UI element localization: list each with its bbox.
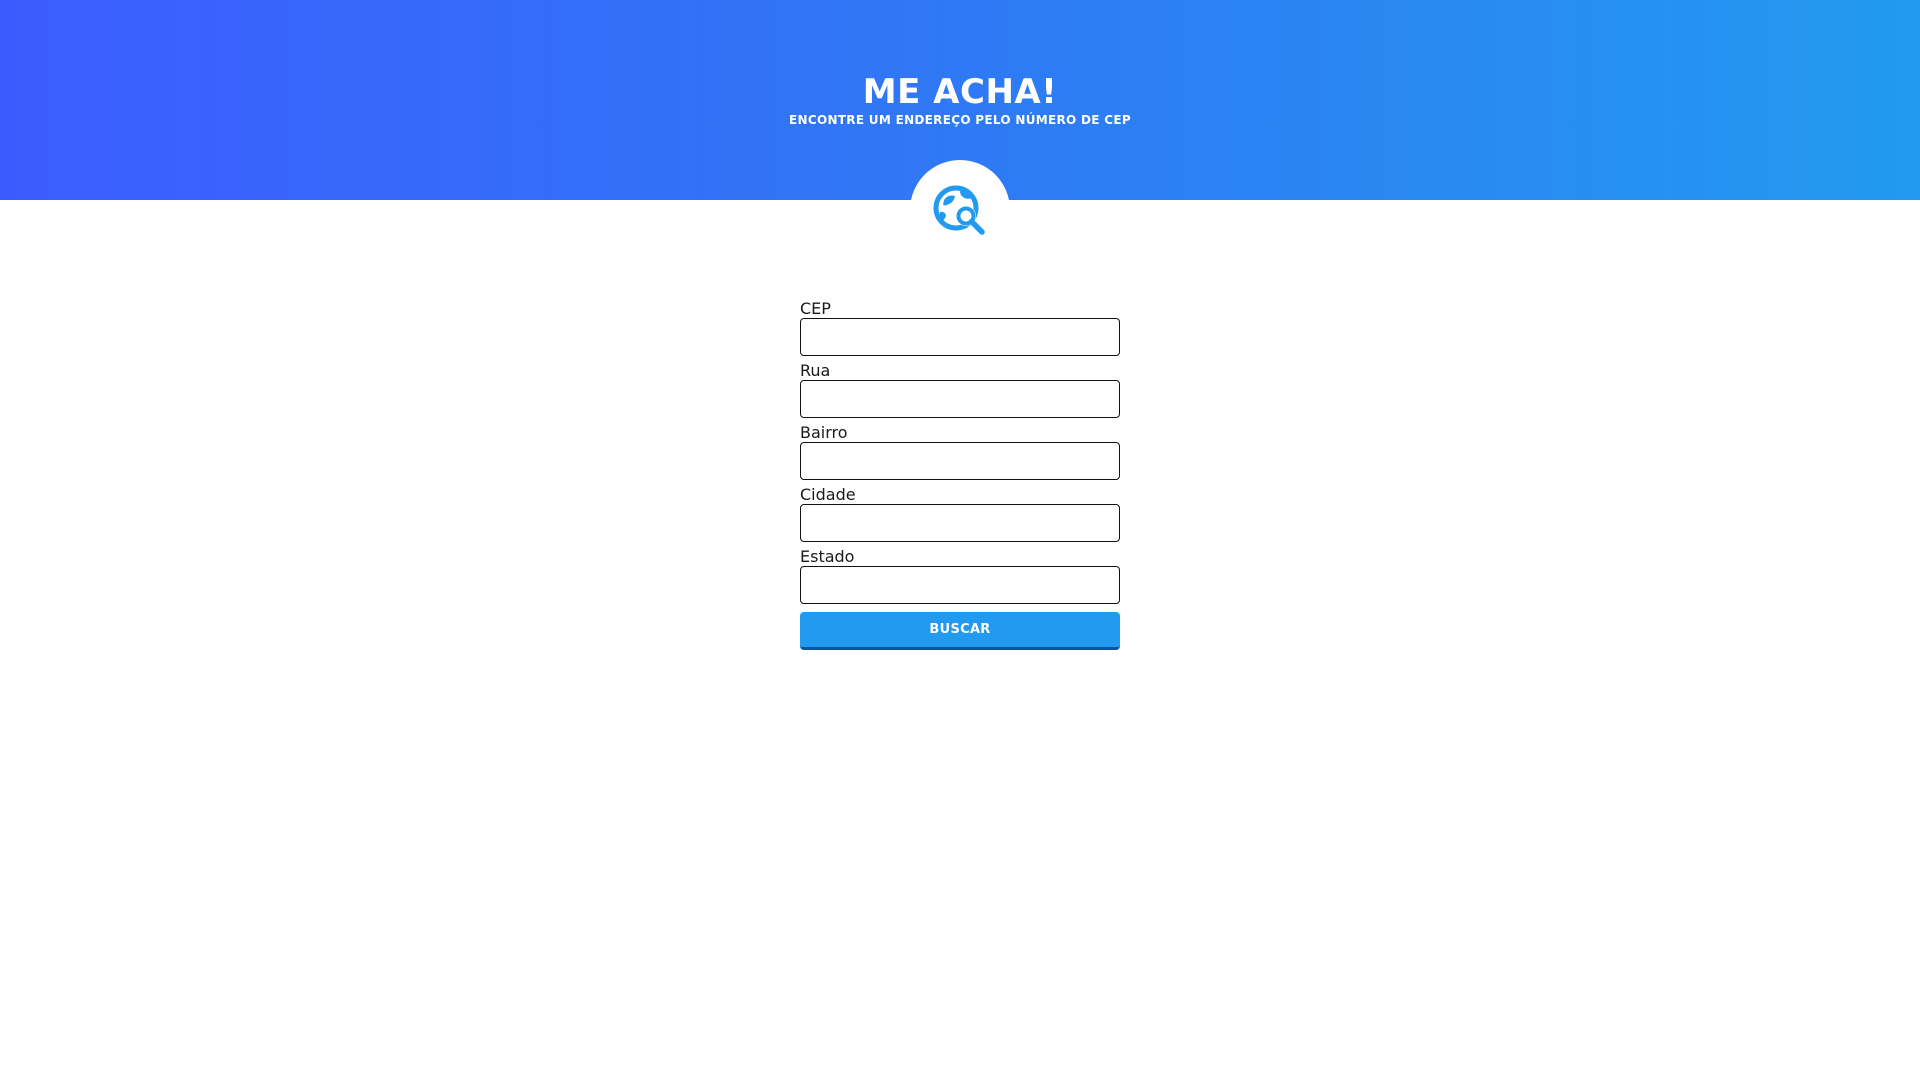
- rua-label: Rua: [800, 361, 831, 380]
- logo-badge: [910, 160, 1010, 260]
- rua-input[interactable]: [800, 380, 1120, 418]
- cep-input[interactable]: [800, 318, 1120, 356]
- cidade-label: Cidade: [800, 485, 856, 504]
- bairro-field: Bairro: [800, 422, 1120, 484]
- app-subtitle: ENCONTRE UM ENDEREÇO PELO NÚMERO DE CEP: [789, 113, 1131, 127]
- rua-field: Rua: [800, 360, 1120, 422]
- app-title: ME ACHA!: [862, 72, 1058, 112]
- estado-label: Estado: [800, 547, 855, 566]
- estado-field: Estado: [800, 546, 1120, 608]
- estado-input[interactable]: [800, 566, 1120, 604]
- cep-search-form: CEP Rua Bairro Cidade Estado BUSCAR: [800, 298, 1120, 650]
- cep-field: CEP: [800, 298, 1120, 360]
- cep-label: CEP: [800, 299, 831, 318]
- bairro-input[interactable]: [800, 442, 1120, 480]
- cidade-field: Cidade: [800, 484, 1120, 546]
- buscar-button[interactable]: BUSCAR: [800, 612, 1120, 650]
- cidade-input[interactable]: [800, 504, 1120, 542]
- globe-search-icon: [930, 180, 990, 240]
- bairro-label: Bairro: [800, 423, 848, 442]
